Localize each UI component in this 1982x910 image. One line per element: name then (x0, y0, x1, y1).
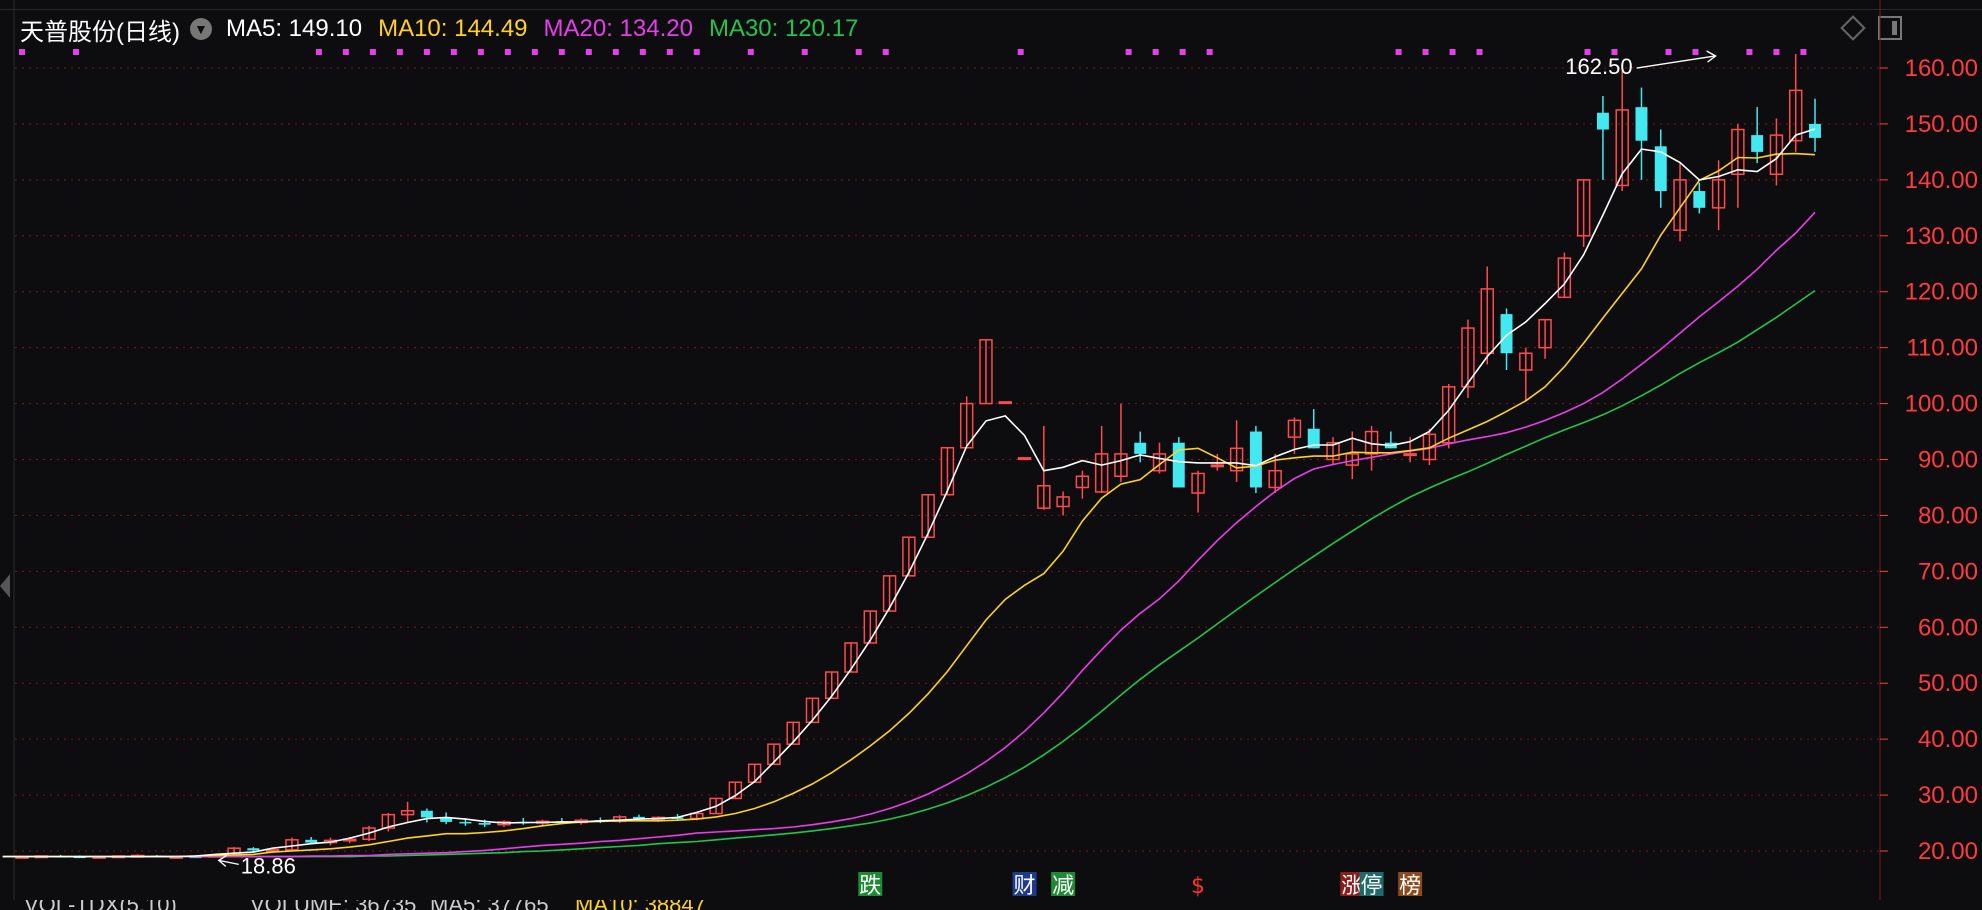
y-tick-label: 30.00 (1918, 782, 1978, 809)
signal-marker (639, 49, 646, 55)
candle-body (1654, 146, 1667, 192)
price-chart: 20.00 30.00 40.00 50.00 60.00 70.00 80.00 90.00… (2, 0, 1978, 900)
candle-body (420, 810, 433, 818)
signal-marker (558, 49, 565, 55)
candle-body (1500, 314, 1513, 354)
volume-value: VOLUME: 36735 (250, 900, 416, 910)
y-tick-label: 60.00 (1918, 614, 1978, 641)
y-tick-label: 80.00 (1918, 502, 1978, 529)
ma5-line (2, 128, 1816, 858)
volume-ma10: MA10: 38847 (575, 900, 706, 910)
signal-marker (1125, 49, 1132, 55)
signal-marker (1017, 49, 1024, 55)
y-tick-label: 130.00 (1905, 223, 1978, 250)
signal-marker (504, 49, 511, 55)
y-tick-label: 110.00 (1906, 335, 1978, 362)
y-tick-label: 150.00 (1905, 111, 1978, 138)
candle-body (1017, 457, 1032, 461)
signal-marker (1746, 49, 1753, 55)
candle-body (478, 823, 491, 825)
candle-body (1751, 135, 1764, 152)
y-tick-label: 20.00 (1918, 838, 1978, 865)
candle-body (1403, 453, 1417, 457)
y-tick-label: 160.00 (1905, 55, 1978, 82)
candle-body (1635, 107, 1648, 141)
candle-body (1134, 442, 1147, 454)
y-tick-label: 120.00 (1905, 279, 1978, 306)
signal-marker (1152, 49, 1159, 55)
low-price-label: 18.86 (241, 853, 296, 878)
signal-marker (1773, 49, 1780, 55)
signal-marker (612, 49, 619, 55)
signal-marker (1206, 49, 1213, 55)
signal-marker (315, 49, 322, 55)
y-tick-label: 140.00 (1905, 167, 1978, 194)
signal-marker (801, 49, 808, 55)
high-arrow-line (1636, 55, 1715, 69)
signal-marker (747, 49, 754, 55)
signal-marker (423, 49, 430, 55)
event-badge-停[interactable]: 停 (1361, 874, 1383, 899)
signal-marker (477, 49, 484, 55)
signal-marker (342, 49, 349, 55)
y-tick-label: 50.00 (1918, 670, 1978, 697)
ma10-line (2, 152, 1816, 858)
signal-marker (1800, 49, 1807, 55)
signal-marker (1422, 49, 1429, 55)
event-badge-财[interactable]: 财 (1014, 874, 1036, 899)
signal-marker (585, 49, 592, 55)
ma20-line (118, 211, 1816, 858)
event-badge-榜[interactable]: 榜 (1399, 874, 1421, 899)
signal-marker (396, 49, 403, 55)
y-tick-label: 40.00 (1918, 726, 1978, 753)
signal-marker (1476, 49, 1483, 55)
volume-indicator-name: VOL-TDX(5,10) (24, 900, 177, 910)
candle-body (1210, 464, 1225, 468)
signal-marker (19, 49, 25, 55)
candle-body (1596, 112, 1609, 130)
candle-body (1249, 431, 1262, 488)
signal-marker (1395, 49, 1402, 55)
event-badge-跌[interactable]: 跌 (859, 874, 881, 899)
candle-body (1693, 191, 1706, 208)
volume-ma5: MA5: 37765 (430, 900, 549, 910)
signal-marker (1179, 49, 1186, 55)
event-badge-减[interactable]: 减 (1052, 874, 1074, 899)
candle-body (305, 839, 318, 843)
y-tick-label: 100.00 (1905, 391, 1978, 418)
high-price-label: 162.50 (1565, 54, 1632, 79)
volume-indicator-strip: VOL-TDX(5,10) VOLUME: 36735 MA5: 37765 M… (0, 900, 1982, 910)
signal-marker (531, 49, 538, 55)
signal-marker (1665, 49, 1672, 55)
y-tick-label: 70.00 (1918, 558, 1978, 585)
signal-marker (450, 49, 457, 55)
signal-marker (855, 49, 862, 55)
signal-marker (72, 49, 79, 55)
candle-body (459, 821, 472, 824)
event-badge-$[interactable]: $ (1191, 874, 1205, 899)
signal-marker (1449, 49, 1456, 55)
signal-marker (693, 49, 700, 55)
signal-marker (369, 49, 376, 55)
signal-marker (1692, 49, 1699, 55)
candle-body (998, 401, 1012, 405)
signal-marker (882, 49, 889, 55)
signal-marker (666, 49, 673, 55)
y-tick-label: 90.00 (1918, 447, 1978, 474)
candle-body (247, 848, 260, 851)
